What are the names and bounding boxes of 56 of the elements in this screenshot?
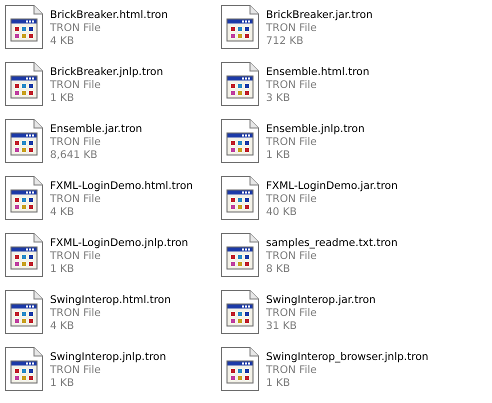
file-type: TRON File (266, 250, 317, 263)
file-type: TRON File (266, 307, 317, 320)
file-name: FXML-LoginDemo.jnlp.tron (50, 237, 188, 250)
file-type: TRON File (50, 136, 101, 149)
file-type: TRON File (266, 193, 317, 206)
file-size: 1 KB (50, 92, 74, 105)
file-name: Ensemble.html.tron (266, 66, 370, 79)
file-type: TRON File (266, 22, 317, 35)
file-size: 712 KB (266, 35, 304, 48)
file-size: 40 KB (266, 206, 297, 219)
file-size: 8 KB (266, 263, 290, 276)
file-icon (4, 61, 44, 107)
file-icon (220, 118, 260, 164)
file-icon (4, 175, 44, 221)
file-size: 4 KB (50, 320, 74, 333)
file-size: 1 KB (266, 377, 290, 390)
file-type: TRON File (50, 79, 101, 92)
file-type: TRON File (266, 364, 317, 377)
file-name: SwingInterop.html.tron (50, 294, 171, 307)
file-icon (220, 4, 260, 50)
file-type: TRON File (50, 250, 101, 263)
file-icon (220, 289, 260, 335)
file-name: BrickBreaker.jar.tron (266, 9, 373, 22)
file-icon (220, 232, 260, 278)
file-name: FXML-LoginDemo.jar.tron (266, 180, 398, 193)
file-icon (4, 232, 44, 278)
file-size: 1 KB (50, 377, 74, 390)
file-type: TRON File (266, 79, 317, 92)
file-icon (220, 175, 260, 221)
file-name: BrickBreaker.jnlp.tron (50, 66, 164, 79)
file-icon (4, 4, 44, 50)
file-name: SwingInterop.jnlp.tron (50, 351, 166, 364)
file-size: 1 KB (50, 263, 74, 276)
file-name: Ensemble.jar.tron (50, 123, 142, 136)
file-type: TRON File (50, 364, 101, 377)
file-size: 4 KB (50, 206, 74, 219)
file-icon (220, 346, 260, 392)
file-size: 8,641 KB (50, 149, 98, 162)
file-name: BrickBreaker.html.tron (50, 9, 168, 22)
file-size: 31 KB (266, 320, 297, 333)
file-name: SwingInterop.jar.tron (266, 294, 376, 307)
file-type: TRON File (50, 22, 101, 35)
file-name: Ensemble.jnlp.tron (266, 123, 365, 136)
file-size: 1 KB (266, 149, 290, 162)
file-icon (4, 118, 44, 164)
file-icon (4, 289, 44, 335)
file-icon (4, 346, 44, 392)
file-size: 3 KB (266, 92, 290, 105)
file-type: TRON File (50, 193, 101, 206)
file-name: SwingInterop_browser.jnlp.tron (266, 351, 428, 364)
file-icon (220, 61, 260, 107)
file-name: FXML-LoginDemo.html.tron (50, 180, 193, 193)
file-type: TRON File (50, 307, 101, 320)
file-size: 4 KB (50, 35, 74, 48)
file-name: samples_readme.txt.tron (266, 237, 398, 250)
file-type: TRON File (266, 136, 317, 149)
